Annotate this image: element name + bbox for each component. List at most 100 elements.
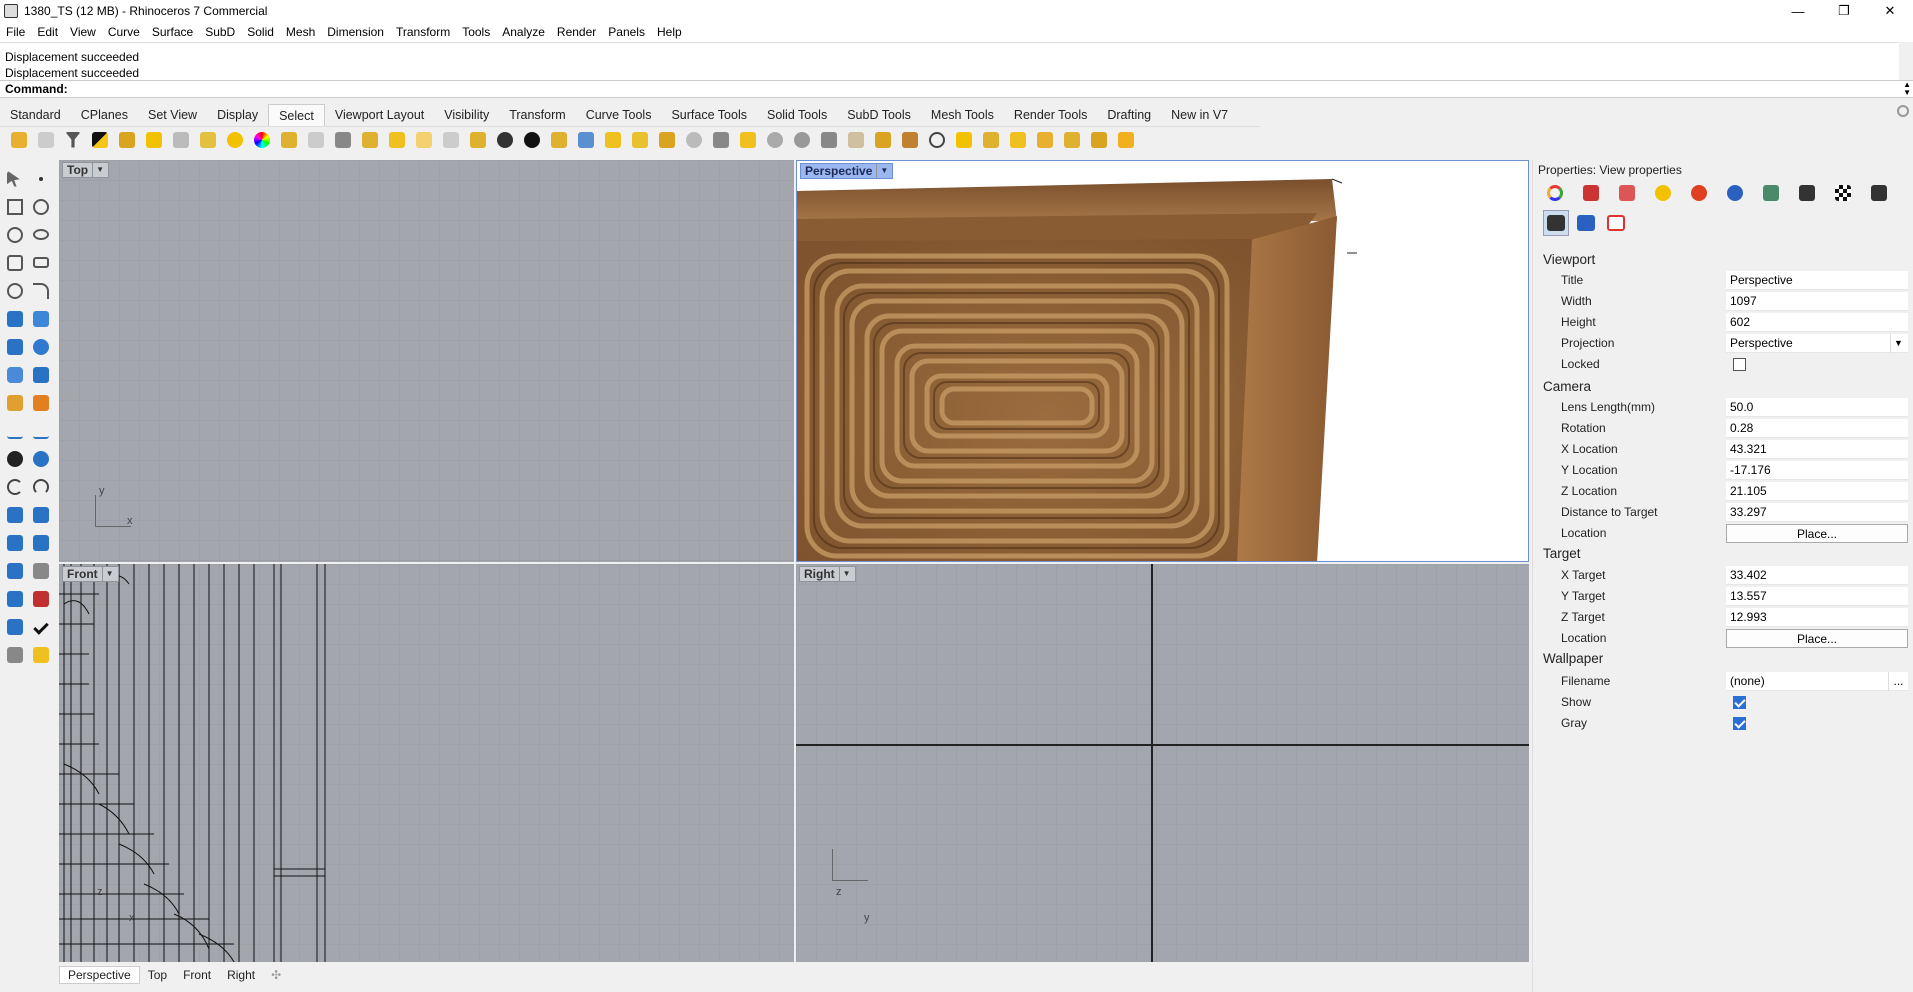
x-location-field[interactable]: 43.321 [1726,439,1908,459]
select-extrusions-icon[interactable] [1115,129,1137,151]
camera-icon[interactable] [1543,210,1569,236]
tab-set-view[interactable]: Set View [138,108,207,122]
select-by-color-icon[interactable] [251,129,273,151]
material-icon[interactable] [1579,182,1603,204]
select-layer-icon[interactable] [116,129,138,151]
tab-drafting[interactable]: Drafting [1097,108,1161,122]
join-icon[interactable] [30,560,52,581]
select-subd-icon[interactable] [845,129,867,151]
select-annotations-icon[interactable] [575,129,597,151]
chevron-down-icon[interactable]: ▼ [101,567,114,581]
command-history[interactable]: Displacement succeeded Displacement succ… [0,42,1899,80]
browse-button[interactable]: ... [1888,671,1908,691]
target-place-button[interactable]: Place... [1726,628,1908,648]
select-closed-polysrf-icon[interactable] [656,129,678,151]
select-hatch-icon[interactable] [629,129,651,151]
menu-panels[interactable]: Panels [602,25,651,39]
y-target-field[interactable]: 13.557 [1726,586,1908,606]
scale-icon[interactable] [30,504,52,525]
invert-selection-icon[interactable] [89,129,111,151]
gray-checkbox[interactable] [1733,716,1746,730]
texture-icon[interactable] [1831,182,1855,204]
tab-cplanes[interactable]: CPlanes [71,108,138,122]
viewport-label-perspective[interactable]: Perspective ▼ [800,163,894,179]
select-none-icon[interactable] [35,129,57,151]
tab-curve-tools[interactable]: Curve Tools [576,108,662,122]
filename-field[interactable]: (none)... [1726,671,1908,691]
tab-render-tools[interactable]: Render Tools [1004,108,1097,122]
polyline-icon[interactable] [4,196,26,217]
boolean-union-icon[interactable] [30,336,52,357]
chevron-down-icon[interactable]: ▼ [838,567,851,581]
fillet-curve-icon[interactable] [30,280,52,301]
group-icon[interactable] [4,448,26,469]
circle-icon[interactable] [4,224,26,245]
zoom-selected-icon[interactable] [926,129,948,151]
y-location-field[interactable]: -17.176 [1726,460,1908,480]
layers-icon[interactable] [1759,182,1783,204]
tab-standard[interactable]: Standard [0,108,71,122]
named-view-icon[interactable] [1573,210,1599,236]
select-polyline-icon[interactable] [980,129,1002,151]
explode-icon[interactable] [4,560,26,581]
command-scroll-arrows[interactable]: ▲ ▼ [1903,81,1911,97]
analyze-icon[interactable] [4,616,26,637]
tab-surface-tools[interactable]: Surface Tools [661,108,757,122]
menu-analyze[interactable]: Analyze [496,25,551,39]
select-solids-icon[interactable] [548,129,570,151]
check-icon[interactable] [30,616,52,637]
projection-select[interactable]: Perspective ▼ [1726,333,1908,353]
select-all-icon[interactable] [8,129,30,151]
tab-select[interactable]: Select [268,104,325,126]
select-polysurface-icon[interactable] [143,129,165,151]
lens-length-field[interactable]: 50.0 [1726,397,1908,417]
layer-icon[interactable] [4,644,26,665]
viewport-tab-perspective[interactable]: Perspective [59,966,140,984]
render-icon[interactable] [30,644,52,665]
tab-new-in-v7[interactable]: New in V7 [1161,108,1238,122]
select-isocurves-icon[interactable] [467,129,489,151]
select-clipping-planes-icon[interactable] [737,129,759,151]
select-render-mesh-icon[interactable] [494,129,516,151]
curve-icon[interactable] [30,196,52,217]
polygon-icon[interactable] [4,280,26,301]
select-lines-icon[interactable] [1061,129,1083,151]
point-icon[interactable] [30,168,52,189]
arc-icon[interactable] [4,252,26,273]
select-named-icon[interactable] [872,129,894,151]
top-viewport[interactable]: Top ▼ y x [59,160,794,562]
select-points-icon[interactable] [170,129,192,151]
light-icon[interactable] [1651,182,1675,204]
array-polar-icon[interactable] [30,588,52,609]
distance-to-target-field[interactable]: 33.297 [1726,502,1908,522]
select-arrow-icon[interactable] [4,168,26,189]
camera-small-icon[interactable] [1867,182,1891,204]
menu-solid[interactable]: Solid [241,25,280,39]
select-open-curves-icon[interactable] [386,129,408,151]
display-icon[interactable] [1795,182,1819,204]
viewport-tab-right[interactable]: Right [219,968,263,982]
cylinder-icon[interactable] [4,364,26,385]
right-viewport[interactable]: Right ▼ z y [796,564,1529,962]
select-blocks-icon[interactable] [521,129,543,151]
viewport-label-front[interactable]: Front ▼ [62,566,119,582]
tab-subd-tools[interactable]: SubD Tools [837,108,921,122]
select-grid-icon[interactable] [953,129,975,151]
select-filter-icon[interactable] [62,129,84,151]
menu-curve[interactable]: Curve [102,25,146,39]
viewport-label-right[interactable]: Right ▼ [799,566,856,582]
mesh-icon[interactable] [4,392,26,413]
select-control-points-icon[interactable] [332,129,354,151]
viewport-frame-icon[interactable] [1603,210,1629,236]
menu-transform[interactable]: Transform [390,25,456,39]
rotation-field[interactable]: 0.28 [1726,418,1908,438]
menu-help[interactable]: Help [651,25,688,39]
menu-file[interactable]: File [0,25,31,39]
ellipse-icon[interactable] [30,224,52,245]
command-line[interactable]: Command: [0,80,1913,98]
minimize-button[interactable]: — [1775,0,1821,22]
select-small-objects-icon[interactable] [683,129,705,151]
select-bad-objects-icon[interactable] [764,129,786,151]
select-lights-icon[interactable] [224,129,246,151]
close-button[interactable]: ✕ [1867,0,1913,22]
